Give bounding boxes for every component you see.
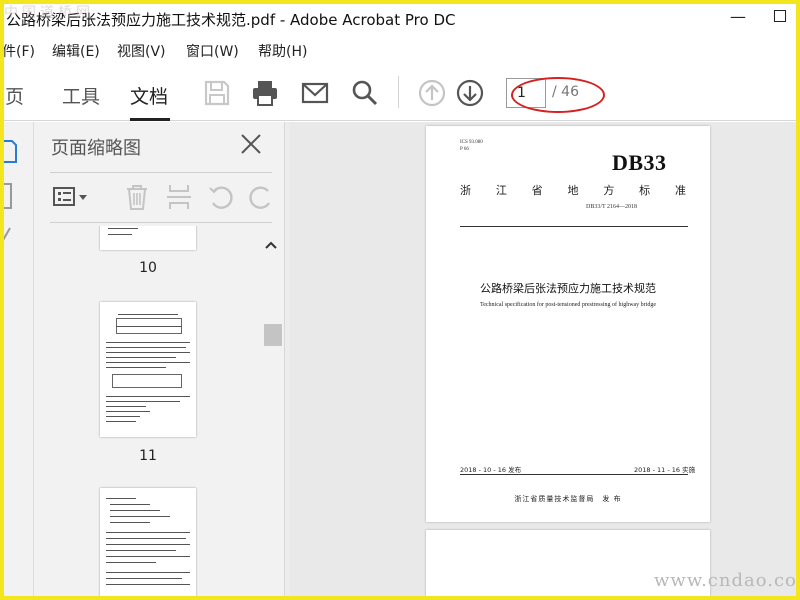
doc-ics: ICS 93.080	[460, 140, 483, 145]
close-icon[interactable]	[239, 132, 263, 156]
menu-window[interactable]: 窗口(W)	[186, 41, 239, 61]
panel-divider	[50, 172, 272, 173]
attachment-icon[interactable]	[0, 222, 14, 246]
thumbnail-page[interactable]	[100, 302, 196, 437]
tab-home[interactable]: 主页	[0, 82, 24, 109]
doc-standard-type: 浙 江 省 地 方 标 准	[460, 184, 686, 197]
delete-page-icon[interactable]	[122, 182, 152, 212]
doc-issue-date: 2018 - 10 - 16 发布	[460, 466, 522, 474]
doc-rule	[460, 474, 688, 475]
page-up-icon[interactable]	[417, 78, 447, 108]
thumbnail-list: 10 11	[34, 226, 266, 600]
doc-rule	[460, 226, 688, 227]
highlight-ellipse	[511, 77, 605, 113]
panel-divider	[50, 222, 272, 223]
menu-file[interactable]: 件(F)	[2, 41, 35, 61]
doc-db-code: DB33	[612, 150, 667, 175]
search-icon[interactable]	[349, 78, 379, 108]
page-down-icon[interactable]	[455, 78, 485, 108]
scroll-thumb[interactable]	[264, 324, 282, 346]
tab-tools[interactable]: 工具	[62, 82, 100, 109]
watermark-bottom: www.cndao.com	[654, 570, 800, 591]
active-tab-indicator	[130, 118, 170, 121]
menu-view[interactable]: 视图(V)	[117, 41, 166, 61]
page-thumbnails-icon[interactable]	[0, 138, 18, 166]
thumbnail-page-number: 10	[139, 260, 157, 276]
doc-code: DB33/T 2164—2018	[586, 204, 638, 210]
doc-implement-date: 2018 - 11 - 16 实施	[634, 466, 696, 474]
doc-p: P 66	[460, 147, 469, 152]
document-view[interactable]: ICS 93.080 P 66 DB33 浙 江 省 地 方 标 准 DB33/…	[290, 122, 800, 600]
menu-bar: 件(F) 编辑(E) 视图(V) 窗口(W) 帮助(H)	[0, 36, 800, 64]
panel-title: 页面缩略图	[51, 138, 141, 159]
thumbnail-options-icon[interactable]	[52, 182, 92, 212]
scroll-up-icon[interactable]	[264, 240, 278, 250]
email-icon[interactable]	[300, 78, 330, 108]
doc-title-en: Technical specification for post-tension…	[479, 302, 657, 308]
bookmarks-icon[interactable]	[0, 182, 14, 212]
insert-page-icon[interactable]	[164, 182, 194, 212]
thumbnail-scrollbar[interactable]	[260, 236, 282, 600]
thumbnail-page-number: 11	[139, 448, 157, 464]
title-bar: 公路桥梁后张法预应力施工技术规范.pdf - Adobe Acrobat Pro…	[0, 0, 800, 36]
maximize-icon[interactable]	[768, 6, 792, 28]
watermark-top: 中国道桥网	[4, 5, 94, 21]
left-nav-strip	[0, 122, 34, 600]
rotate-ccw-icon[interactable]	[206, 182, 236, 212]
save-icon[interactable]	[202, 78, 232, 108]
doc-issuer: 浙江省质量技术监督局 发 布	[514, 495, 622, 503]
doc-title-cn: 公路桥梁后张法预应力施工技术规范	[480, 282, 656, 295]
rotate-cw-icon[interactable]	[246, 182, 276, 212]
tab-document[interactable]: 文档	[130, 82, 168, 109]
minimize-icon[interactable]: —	[726, 6, 750, 28]
toolbar-separator	[398, 76, 399, 108]
menu-edit[interactable]: 编辑(E)	[52, 41, 100, 61]
page-thumbnails-panel: 页面缩略图 10 11	[34, 122, 284, 600]
thumbnail-page[interactable]	[100, 488, 196, 600]
document-page: ICS 93.080 P 66 DB33 浙 江 省 地 方 标 准 DB33/…	[426, 126, 710, 522]
toolbar: 主页 工具 文档 1 / 46	[0, 64, 800, 121]
thumbnail-page[interactable]	[100, 226, 196, 250]
print-icon[interactable]	[250, 78, 280, 108]
menu-help[interactable]: 帮助(H)	[258, 41, 307, 61]
